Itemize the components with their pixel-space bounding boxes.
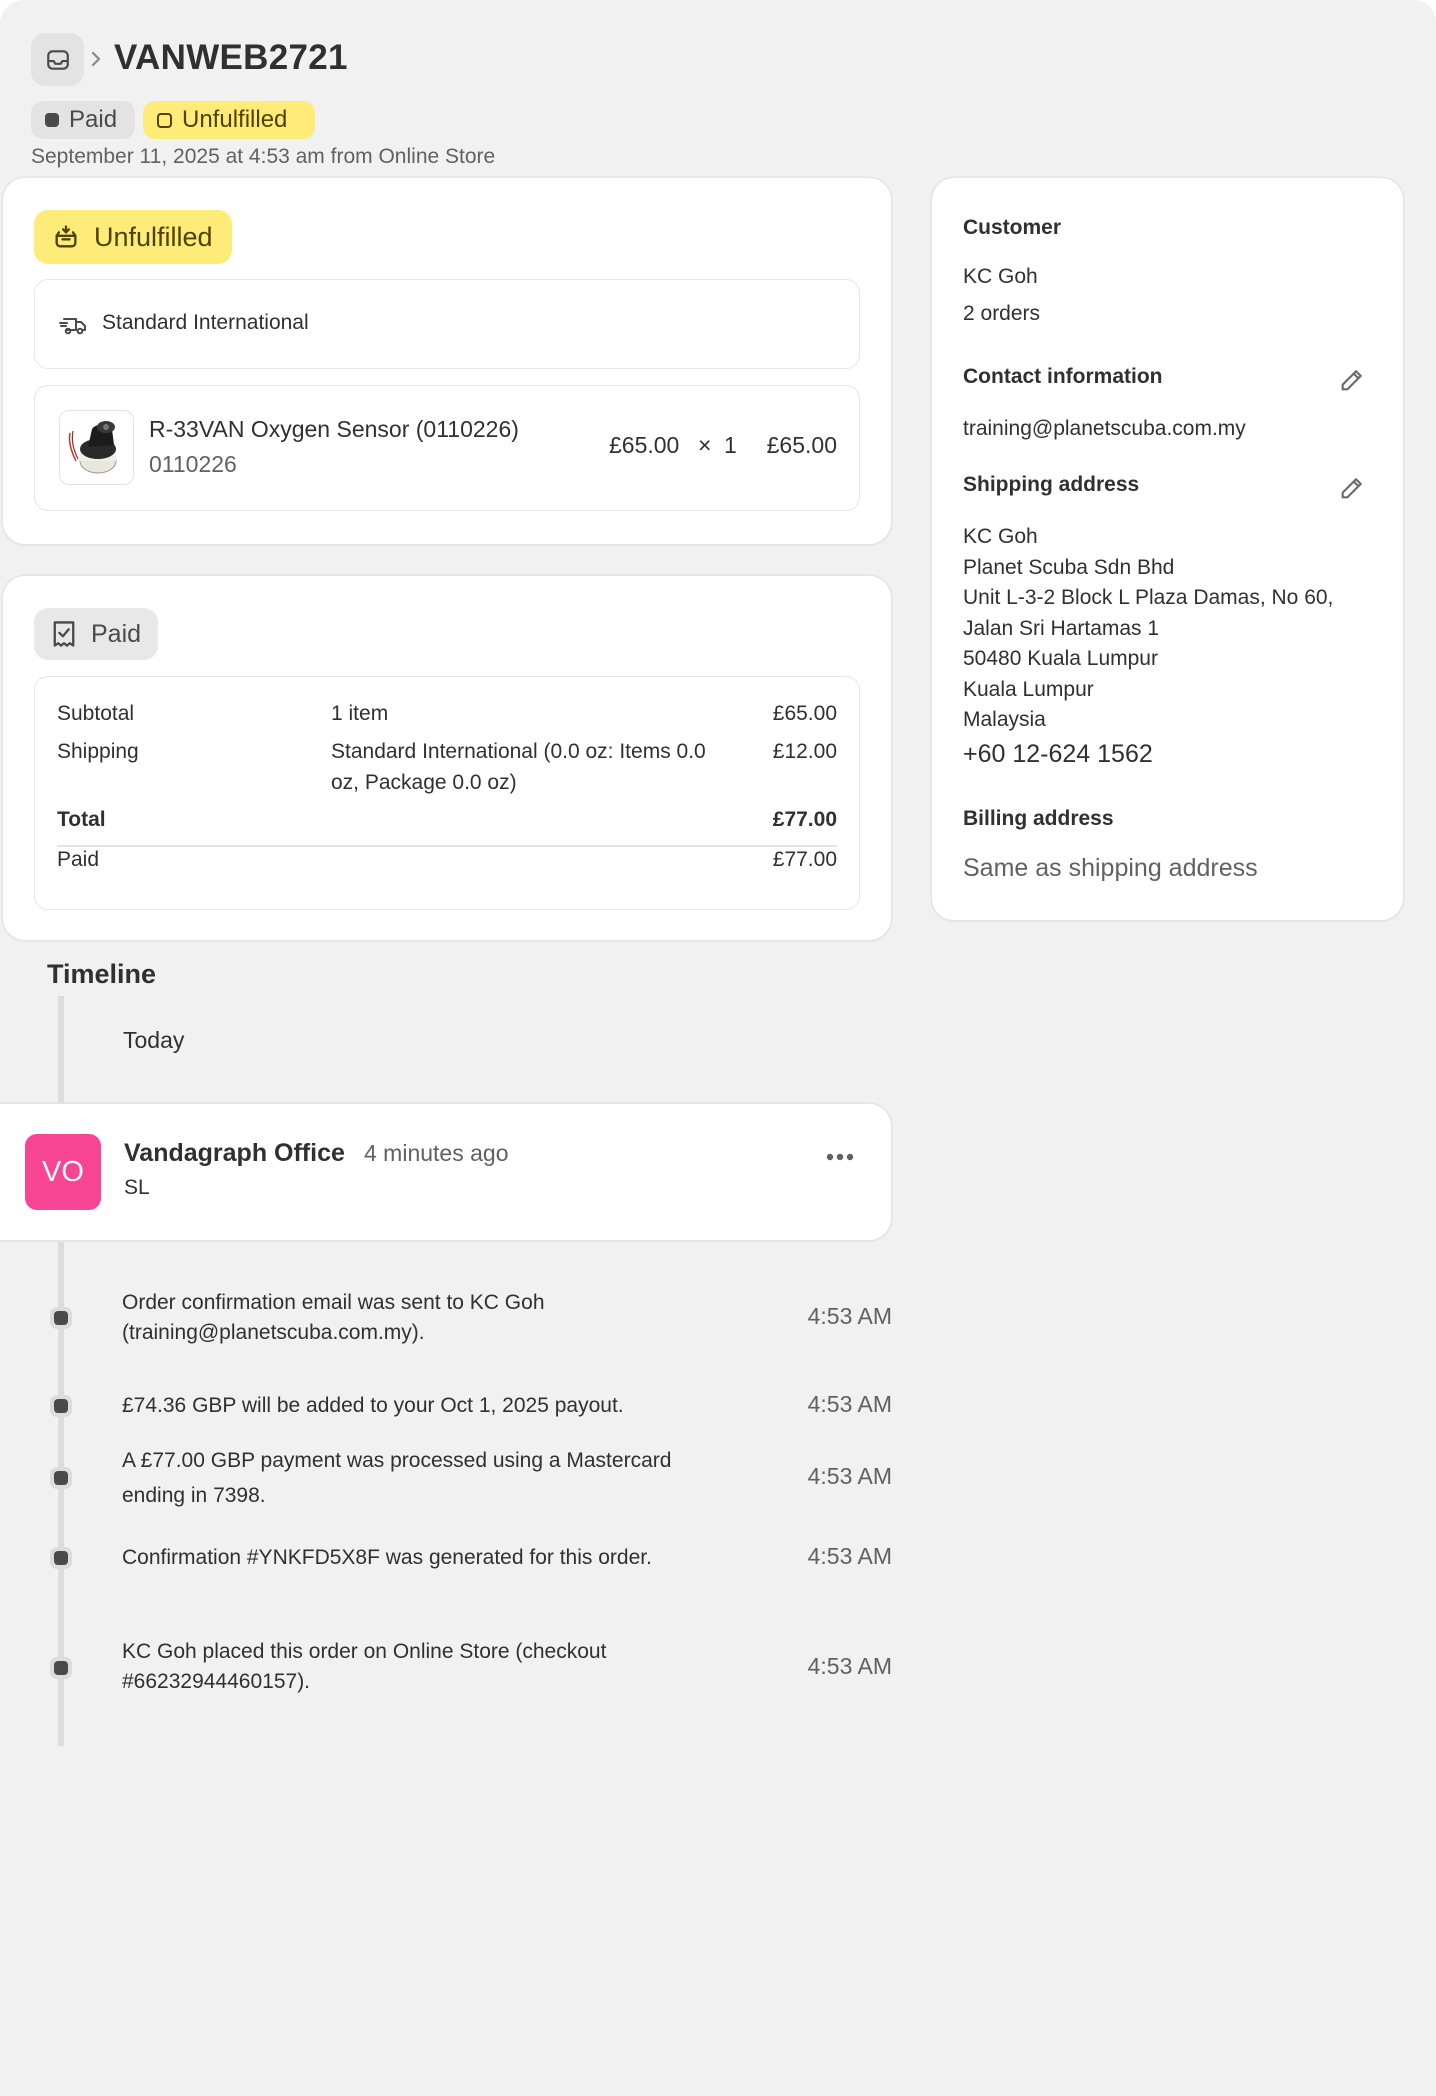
more-horizontal-icon[interactable] bbox=[822, 1147, 858, 1167]
event-line: KC Goh placed this order on Online Store… bbox=[122, 1640, 607, 1663]
timeline-event-time: 4:53 AM bbox=[807, 1391, 892, 1417]
subtotal-amount: £65.00 bbox=[772, 702, 837, 725]
quantity: 1 bbox=[724, 432, 737, 458]
billing-address-title: Billing address bbox=[963, 807, 1114, 830]
subtotal-label: Subtotal bbox=[57, 702, 135, 725]
payment-status-badge: Paid bbox=[31, 101, 135, 139]
timeline-comment: VO Vandagraph Office 4 minutes ago SL bbox=[0, 1104, 891, 1240]
comment-timestamp: 4 minutes ago bbox=[364, 1140, 509, 1166]
timeline-event-dot bbox=[50, 1547, 72, 1569]
address-line: Malaysia bbox=[963, 708, 1046, 731]
timeline-event-text: £74.36 GBP will be added to your Oct 1, … bbox=[122, 1391, 742, 1421]
timeline-event-text: Order confirmation email was sent to KC … bbox=[122, 1288, 742, 1348]
timeline-line bbox=[58, 996, 64, 1104]
truck-icon bbox=[59, 318, 86, 335]
address-line: Jalan Sri Hartamas 1 bbox=[963, 616, 1160, 640]
oxygen-sensor-image bbox=[68, 421, 117, 474]
unit-price: £65.00 bbox=[609, 432, 680, 458]
orders-back-button[interactable] bbox=[31, 33, 84, 86]
shipping-amount: £12.00 bbox=[772, 740, 837, 763]
page-title: VANWEB2721 bbox=[114, 38, 348, 77]
shipping-method-box: Standard International bbox=[34, 279, 860, 369]
payment-summary: Subtotal 1 item £65.00 Shipping Standard… bbox=[34, 676, 860, 910]
shipping-desc-line1: Standard International (0.0 oz: Items 0.… bbox=[331, 740, 706, 763]
multiply-sign: × bbox=[698, 432, 712, 458]
timeline-event-dot bbox=[50, 1307, 72, 1329]
total-amount: £77.00 bbox=[772, 808, 837, 831]
subtotal-desc: 1 item bbox=[331, 702, 389, 725]
timeline-event-time: 4:53 AM bbox=[807, 1463, 892, 1489]
payment-status-label: Paid bbox=[69, 106, 118, 133]
ring-dot-icon bbox=[157, 112, 172, 128]
event-line: (training@planetscuba.com.my). bbox=[122, 1321, 425, 1344]
timeline-event-text: A £77.00 GBP payment was processed using… bbox=[122, 1443, 742, 1513]
customer-email[interactable]: training@planetscuba.com.my bbox=[963, 414, 1246, 445]
timeline-event-text: Confirmation #YNKFD5X8F was generated fo… bbox=[122, 1543, 742, 1573]
comment-author: Vandagraph Office bbox=[124, 1139, 345, 1167]
shipping-address: KC Goh Planet Scuba Sdn Bhd Unit L-3-2 B… bbox=[963, 522, 1333, 736]
event-line: #66232944460157). bbox=[122, 1670, 311, 1693]
comment-text: SL bbox=[124, 1176, 150, 1199]
customer-title: Customer bbox=[963, 216, 1062, 239]
customer-card: Customer KC Goh 2 orders Contact informa… bbox=[932, 178, 1403, 920]
event-line: ending in 7398. bbox=[122, 1484, 266, 1507]
timeline-date-header: Today bbox=[123, 1027, 185, 1053]
timeline-event-text: KC Goh placed this order on Online Store… bbox=[122, 1637, 742, 1697]
product-name[interactable]: R-33VAN Oxygen Sensor (0110226) bbox=[149, 416, 519, 443]
line-total: £65.00 bbox=[766, 432, 837, 458]
paid-label: Paid bbox=[57, 848, 100, 871]
address-line: Planet Scuba Sdn Bhd bbox=[963, 555, 1175, 579]
product-sku: 0110226 bbox=[149, 451, 237, 477]
inbox-icon bbox=[46, 49, 69, 70]
fulfillment-status-label: Unfulfilled bbox=[182, 106, 288, 133]
timeline-event-time: 4:53 AM bbox=[807, 1303, 892, 1329]
billing-address-value: Same as shipping address bbox=[963, 854, 1258, 882]
customer-phone[interactable]: +60 12-624 1562 bbox=[963, 739, 1153, 770]
total-label: Total bbox=[57, 808, 106, 831]
timeline-event-dot bbox=[50, 1657, 72, 1679]
fulfillment-status-badge: Unfulfilled bbox=[143, 101, 315, 139]
edit-shipping-pencil-icon[interactable] bbox=[1338, 474, 1366, 502]
order-meta: September 11, 2025 at 4:53 am from Onlin… bbox=[31, 145, 496, 168]
box-icon bbox=[55, 225, 77, 248]
timeline-event-dot bbox=[50, 1467, 72, 1489]
contact-title: Contact information bbox=[963, 365, 1163, 388]
avatar: VO bbox=[25, 1134, 101, 1210]
timeline-event-time: 4:53 AM bbox=[807, 1543, 892, 1569]
fulfillment-card: Unfulfilled Standard International R-33V… bbox=[3, 178, 891, 544]
filled-dot-icon bbox=[45, 113, 59, 127]
address-line: KC Goh bbox=[963, 525, 1038, 548]
address-line: Kuala Lumpur bbox=[963, 677, 1094, 701]
address-line: Unit L-3-2 Block L Plaza Damas, No 60, bbox=[963, 586, 1334, 609]
receipt-check-icon bbox=[53, 621, 75, 647]
address-line: 50480 Kuala Lumpur bbox=[963, 647, 1158, 670]
shipping-address-title: Shipping address bbox=[963, 473, 1140, 496]
summary-divider bbox=[57, 845, 837, 847]
paid-amount: £77.00 bbox=[772, 848, 837, 871]
line-item: R-33VAN Oxygen Sensor (0110226) 0110226 … bbox=[34, 385, 860, 511]
unfulfilled-pill-label: Unfulfilled bbox=[94, 221, 213, 252]
customer-orders-link[interactable]: 2 orders bbox=[963, 299, 1040, 330]
order-page: VANWEB2721 Paid Unfulfilled September 11… bbox=[0, 0, 1436, 2096]
unfulfilled-pill: Unfulfilled bbox=[34, 210, 232, 264]
shipping-method-label: Standard International bbox=[102, 311, 309, 334]
timeline-event-dot bbox=[50, 1395, 72, 1417]
event-line: £74.36 GBP will be added to your Oct 1, … bbox=[122, 1394, 624, 1417]
product-thumbnail[interactable] bbox=[59, 410, 134, 485]
timeline-event-time: 4:53 AM bbox=[807, 1653, 892, 1679]
customer-name-link[interactable]: KC Goh bbox=[963, 262, 1038, 293]
event-line: A £77.00 GBP payment was processed using… bbox=[122, 1449, 672, 1472]
event-line: Order confirmation email was sent to KC … bbox=[122, 1291, 545, 1314]
payment-card: Paid Subtotal 1 item £65.00 Shipping Sta… bbox=[3, 576, 891, 940]
shipping-desc-line2: oz, Package 0.0 oz) bbox=[331, 771, 517, 794]
paid-pill: Paid bbox=[34, 608, 158, 660]
paid-pill-label: Paid bbox=[91, 619, 142, 648]
shipping-label: Shipping bbox=[57, 740, 139, 763]
timeline-title: Timeline bbox=[47, 959, 157, 989]
event-line: Confirmation #YNKFD5X8F was generated fo… bbox=[122, 1546, 652, 1569]
breadcrumb-chevron-icon bbox=[91, 51, 101, 67]
edit-contact-pencil-icon[interactable] bbox=[1338, 366, 1366, 394]
